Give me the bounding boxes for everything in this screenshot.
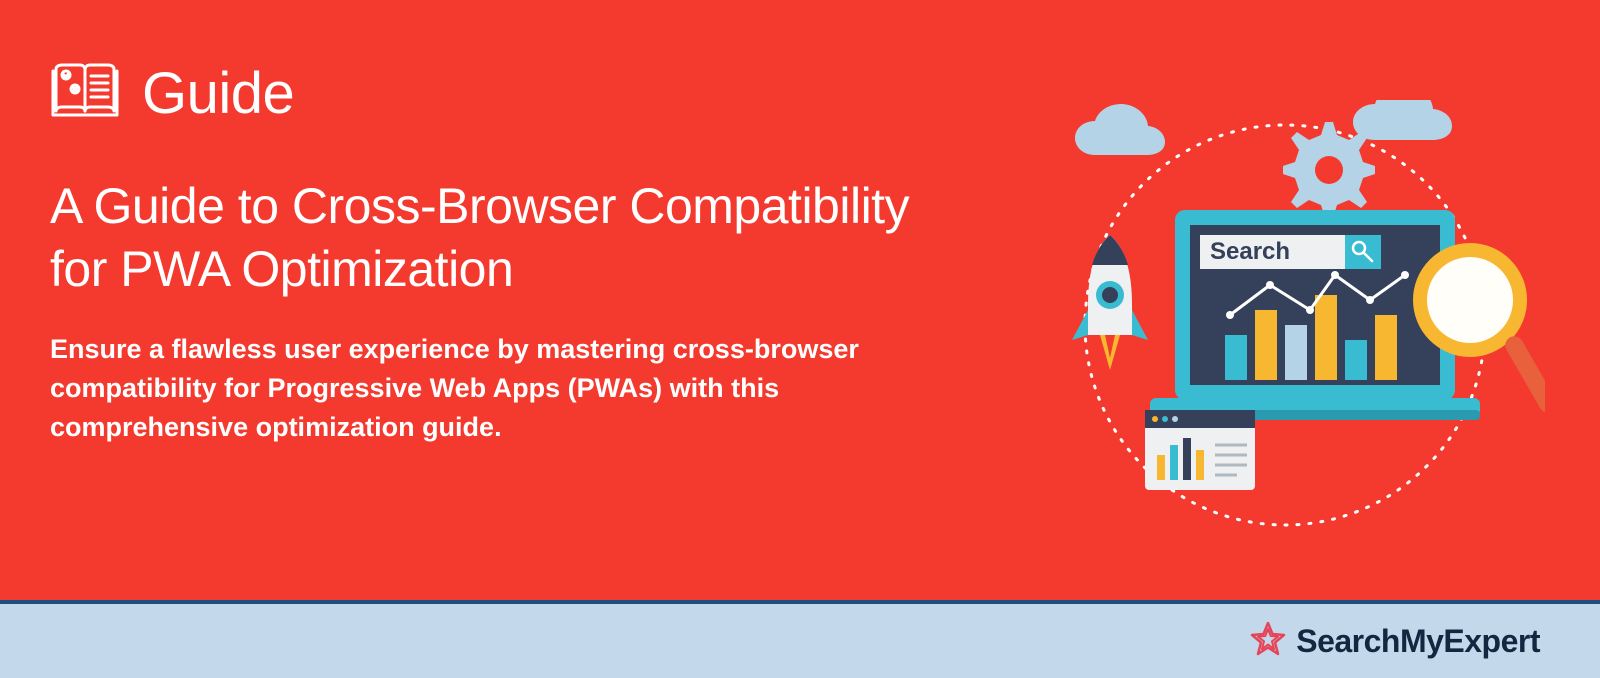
category-row: Guide (50, 60, 930, 127)
text-column: Guide A Guide to Cross-Browser Compatibi… (50, 60, 930, 560)
hero-banner: Guide A Guide to Cross-Browser Compatibi… (0, 0, 1600, 600)
report-card-icon (1145, 410, 1255, 490)
star-icon (1250, 621, 1286, 662)
page-subtitle: Ensure a flawless user experience by mas… (50, 330, 930, 447)
search-label: Search (1210, 238, 1290, 265)
book-icon (50, 61, 120, 126)
rocket-icon (1072, 235, 1148, 370)
footer-bar: SearchMyExpert (0, 600, 1600, 678)
search-bar: Search (1200, 235, 1381, 269)
gear-icon (1283, 122, 1375, 218)
hero-illustration: Search (1025, 100, 1545, 500)
brand-logo: SearchMyExpert (1250, 621, 1540, 662)
brand-name: SearchMyExpert (1296, 623, 1540, 660)
cloud-icon (1075, 100, 1452, 155)
page-title: A Guide to Cross-Browser Compatibility f… (50, 175, 930, 300)
category-label: Guide (142, 60, 294, 127)
